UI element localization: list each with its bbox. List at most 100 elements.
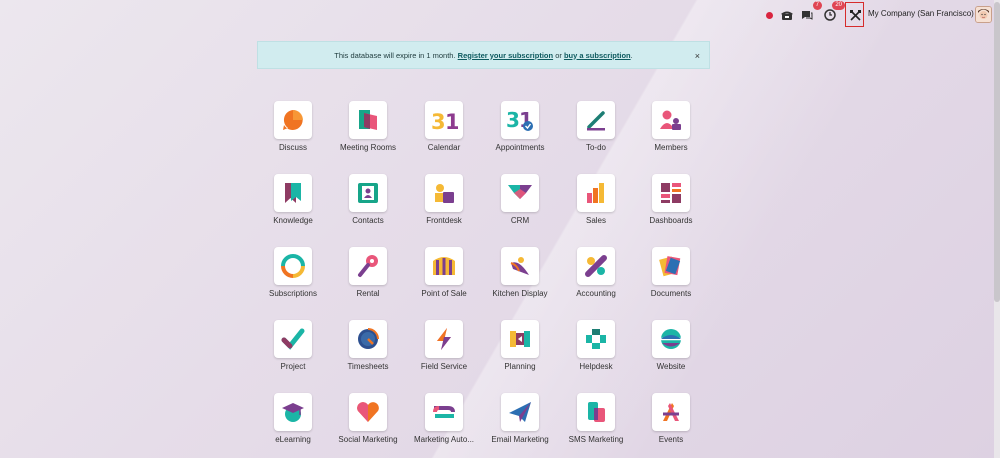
events-icon[interactable] — [652, 393, 690, 431]
app-point-of-sale[interactable]: Point of Sale — [406, 247, 482, 298]
meeting-rooms-icon[interactable] — [349, 101, 387, 139]
app-label: Calendar — [427, 143, 461, 152]
recording-status-icon[interactable] — [764, 7, 774, 23]
app-sms-marketing[interactable]: SMS Marketing — [558, 393, 634, 444]
app-meeting-rooms[interactable]: Meeting Rooms — [330, 101, 406, 152]
app-appointments[interactable]: 3 1 Appointments — [482, 101, 558, 152]
helpdesk-icon[interactable] — [577, 320, 615, 358]
app-social-marketing[interactable]: Social Marketing — [330, 393, 406, 444]
activity-icon[interactable]: 20 — [823, 1, 845, 23]
close-icon[interactable]: × — [695, 51, 700, 61]
calendar-icon[interactable]: 31 — [425, 101, 463, 139]
app-label: Meeting Rooms — [339, 143, 397, 152]
app-label: Email Marketing — [491, 435, 549, 444]
app-frontdesk[interactable]: Frontdesk — [406, 174, 482, 225]
app-elearning[interactable]: eLearning — [255, 393, 331, 444]
app-helpdesk[interactable]: Helpdesk — [558, 320, 634, 371]
scrollbar-thumb[interactable] — [994, 2, 1000, 302]
app-kitchen-display[interactable]: Kitchen Display — [482, 247, 558, 298]
website-icon[interactable] — [652, 320, 690, 358]
app-project[interactable]: Project — [255, 320, 331, 371]
point-of-sale-icon[interactable] — [425, 247, 463, 285]
app-label: Discuss — [278, 143, 307, 152]
register-subscription-link[interactable]: Register your subscription — [458, 51, 553, 60]
project-icon[interactable] — [274, 320, 312, 358]
app-timesheets[interactable]: Timesheets — [330, 320, 406, 371]
debug-tools-icon[interactable] — [848, 7, 862, 23]
svg-text:3: 3 — [431, 110, 446, 133]
app-members[interactable]: Members — [633, 101, 709, 152]
dashboards-icon[interactable] — [652, 174, 690, 212]
company-switcher[interactable]: My Company (San Francisco) — [868, 9, 974, 18]
email-marketing-icon[interactable] — [501, 393, 539, 431]
todo-icon[interactable] — [577, 101, 615, 139]
app-label: Members — [654, 143, 688, 152]
app-label: Knowledge — [273, 216, 313, 225]
app-website[interactable]: Website — [633, 320, 709, 371]
app-accounting[interactable]: Accounting — [558, 247, 634, 298]
crm-icon[interactable] — [501, 174, 539, 212]
app-label: Sales — [585, 216, 606, 225]
svg-text:1: 1 — [445, 110, 458, 133]
app-label: Helpdesk — [579, 362, 613, 371]
app-marketing-automation[interactable]: Marketing Auto... — [406, 393, 482, 444]
sales-icon[interactable] — [577, 174, 615, 212]
discuss-icon[interactable] — [274, 101, 312, 139]
app-label: Timesheets — [347, 362, 389, 371]
contacts-icon[interactable] — [349, 174, 387, 212]
app-subscriptions[interactable]: Subscriptions — [255, 247, 331, 298]
app-documents[interactable]: Documents — [633, 247, 709, 298]
app-label: Subscriptions — [268, 289, 318, 298]
marketing-automation-icon[interactable] — [425, 393, 463, 431]
planning-icon[interactable] — [501, 320, 539, 358]
scrollbar-track[interactable] — [994, 0, 1000, 458]
app-discuss[interactable]: Discuss — [255, 101, 331, 152]
app-dashboards[interactable]: Dashboards — [633, 174, 709, 225]
rental-icon[interactable] — [349, 247, 387, 285]
sms-marketing-icon[interactable] — [577, 393, 615, 431]
app-label: Dashboards — [649, 216, 693, 225]
app-crm[interactable]: CRM — [482, 174, 558, 225]
user-avatar[interactable] — [975, 6, 992, 23]
app-label: To-do — [585, 143, 606, 152]
app-email-marketing[interactable]: Email Marketing — [482, 393, 558, 444]
app-rental[interactable]: Rental — [330, 247, 406, 298]
app-label: Rental — [356, 289, 380, 298]
social-marketing-icon[interactable] — [349, 393, 387, 431]
app-sales[interactable]: Sales — [558, 174, 634, 225]
documents-icon[interactable] — [652, 247, 690, 285]
app-label: eLearning — [275, 435, 311, 444]
app-planning[interactable]: Planning — [482, 320, 558, 371]
app-label: Marketing Auto... — [413, 435, 475, 444]
svg-text:3: 3 — [506, 108, 520, 132]
app-field-service[interactable]: Field Service — [406, 320, 482, 371]
knowledge-icon[interactable] — [274, 174, 312, 212]
app-todo[interactable]: To-do — [558, 101, 634, 152]
app-label: Contacts — [352, 216, 384, 225]
frontdesk-icon[interactable] — [425, 174, 463, 212]
field-service-icon[interactable] — [425, 320, 463, 358]
elearning-icon[interactable] — [274, 393, 312, 431]
app-calendar[interactable]: 3 1 Calendar — [406, 101, 482, 152]
app-label: Field Service — [420, 362, 468, 371]
app-knowledge[interactable]: Knowledge — [255, 174, 331, 225]
subscriptions-icon[interactable] — [274, 247, 312, 285]
app-label: Planning — [504, 362, 536, 371]
activity-badge: 20 — [832, 1, 845, 10]
members-icon[interactable] — [652, 101, 690, 139]
app-events[interactable]: Events — [633, 393, 709, 444]
appointments-icon[interactable]: 31 — [501, 101, 539, 139]
chat-icon[interactable]: 7 — [800, 1, 822, 23]
app-contacts[interactable]: Contacts — [330, 174, 406, 225]
timesheets-icon[interactable] — [349, 320, 387, 358]
accounting-icon[interactable] — [577, 247, 615, 285]
kitchen-display-icon[interactable] — [501, 247, 539, 285]
buy-subscription-link[interactable]: buy a subscription — [564, 51, 631, 60]
app-label: Accounting — [576, 289, 616, 298]
app-label: Project — [280, 362, 306, 371]
phone-icon[interactable] — [780, 7, 794, 23]
app-label: Documents — [650, 289, 692, 298]
banner-period: . — [630, 50, 633, 60]
top-navbar: 7 20 My Company (San Francisco) — [0, 0, 1000, 30]
app-label: SMS Marketing — [568, 435, 624, 444]
